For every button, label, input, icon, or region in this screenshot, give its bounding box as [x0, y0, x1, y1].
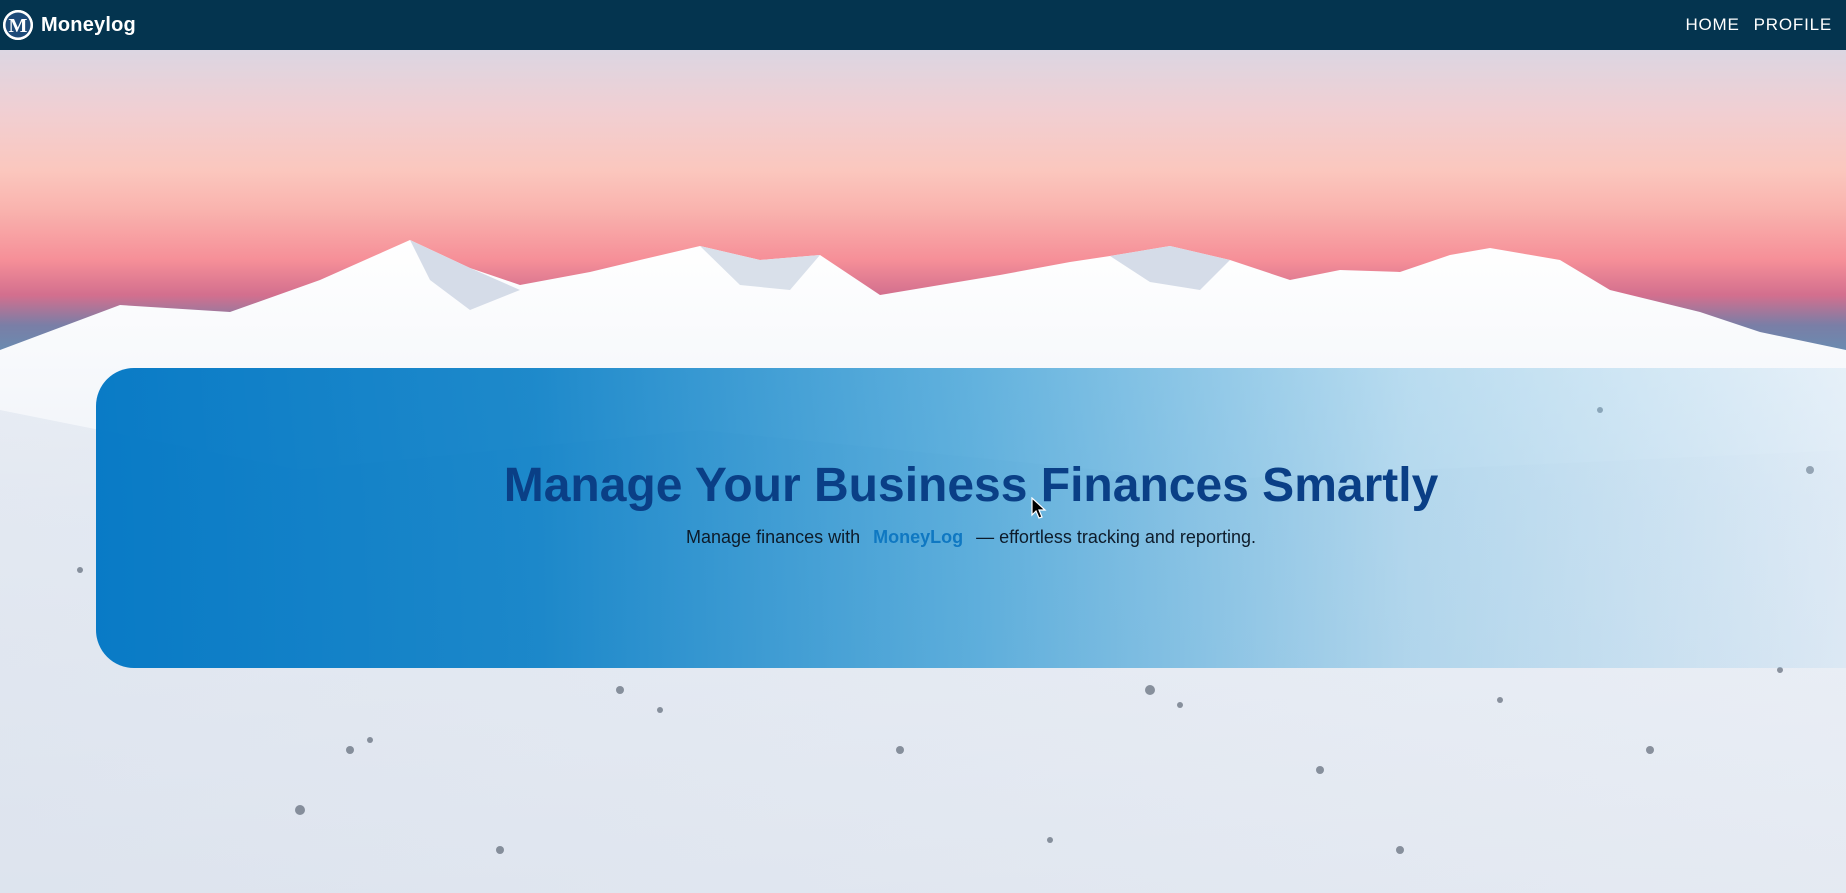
hero-subtitle-tail: — effortless tracking and reporting.	[976, 527, 1256, 547]
brand[interactable]: M Moneylog	[3, 10, 136, 40]
hero-brand-highlight: MoneyLog	[873, 527, 964, 547]
hero-subtitle-lead: Manage finances with	[686, 527, 861, 547]
nav-home-link[interactable]: HOME	[1685, 15, 1739, 35]
nav-profile-link[interactable]: PROFILE	[1754, 15, 1832, 35]
brand-name[interactable]: Moneylog	[41, 14, 136, 37]
hero-subtitle: Manage finances with MoneyLog — effortle…	[96, 527, 1846, 548]
nav-links: HOME PROFILE	[1685, 15, 1832, 35]
top-navbar: M Moneylog HOME PROFILE	[0, 0, 1846, 50]
svg-text:M: M	[9, 15, 28, 37]
hero-title: Manage Your Business Finances Smartly	[503, 459, 1439, 512]
mouse-cursor-icon	[1031, 496, 1049, 524]
hero-background-image: Manage Your Business Finances Smartly Ma…	[0, 50, 1846, 893]
moneylog-logo-icon[interactable]: M	[3, 10, 33, 40]
hero-card: Manage Your Business Finances Smartly Ma…	[96, 368, 1846, 668]
